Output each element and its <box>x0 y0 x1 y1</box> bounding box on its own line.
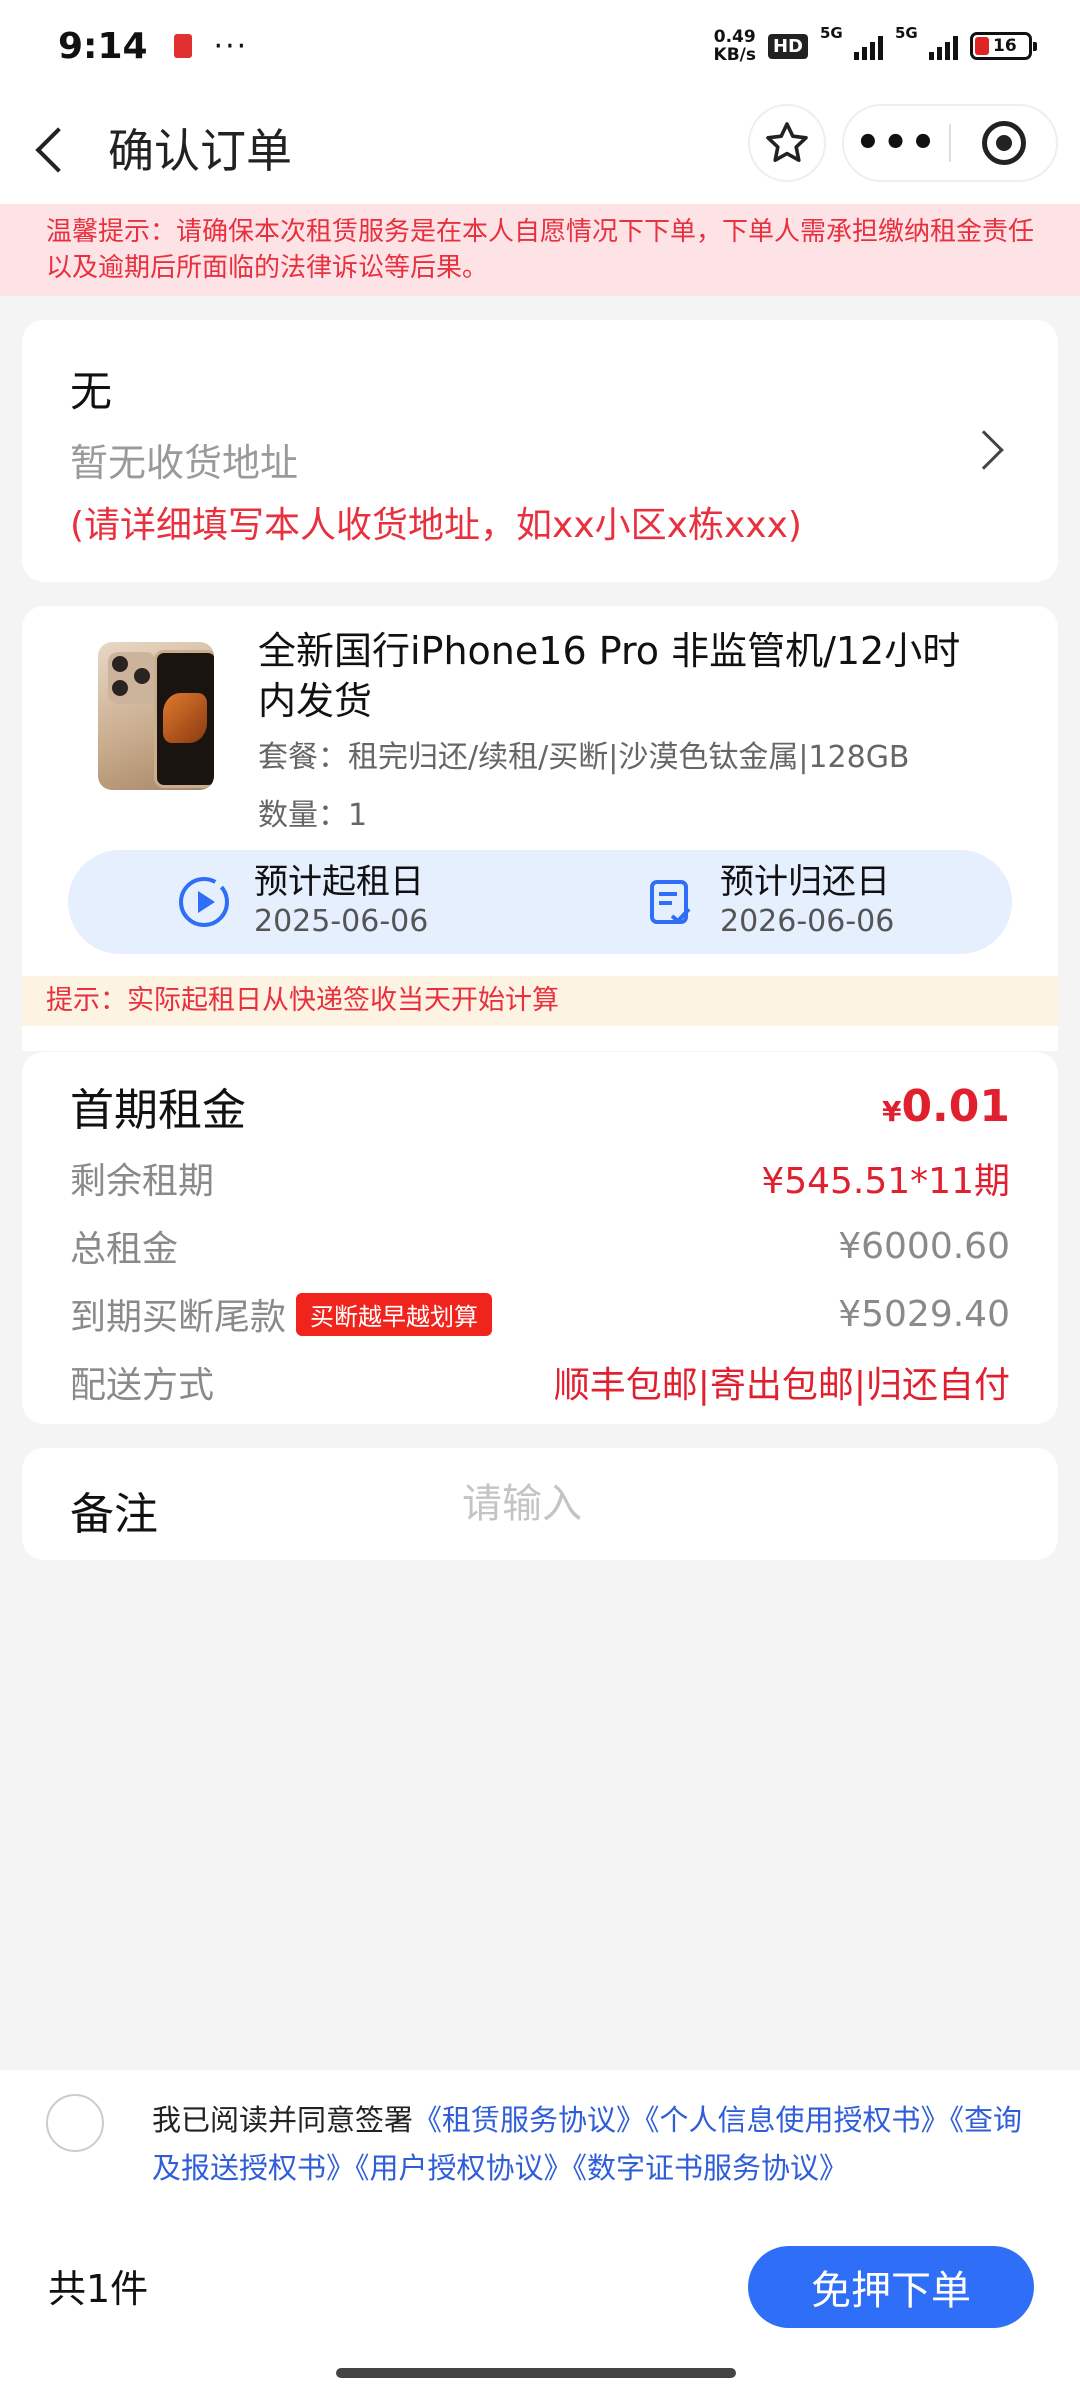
nav-bar: 确认订单 ••• <box>0 92 1080 204</box>
total-row: 总租金 ¥6000.60 <box>70 1220 1010 1272</box>
total-value: ¥6000.60 <box>838 1225 1010 1267</box>
close-mini-program-icon[interactable] <box>951 121 1056 165</box>
buyout-badge: 买断越早越划算 <box>296 1292 493 1336</box>
bottom-bar: 我已阅读并同意签署《租赁服务协议》《个人信息使用授权书》《查询及报送授权书》《用… <box>0 2070 1080 2400</box>
remaining-label: 剩余租期 <box>70 1161 215 1202</box>
first-rent-row: 首期租金 ¥0.01 <box>70 1074 1010 1138</box>
product-title: 全新国行iPhone16 Pro 非监管机/12小时内发货 <box>258 629 961 723</box>
first-rent-label: 首期租金 <box>70 1085 246 1136</box>
signal-icon: 5G <box>820 24 883 60</box>
start-date-item: 预计起租日 2025-06-06 <box>176 862 428 942</box>
mini-program-capsule: ••• <box>842 104 1058 182</box>
status-time: 9:14 <box>58 25 148 67</box>
agreement-checkbox[interactable] <box>46 2094 104 2152</box>
page-title: 确认订单 <box>108 124 292 178</box>
memo-label: 备注 <box>70 1489 158 1540</box>
lease-agreement-link[interactable]: 《租赁服务协议》 <box>413 2103 645 2137</box>
rent-summary-card: 首期租金 ¥0.01 剩余租期 ¥545.51*11期 总租金 ¥6000.60… <box>22 1052 1058 1424</box>
product-quantity: 数量：1 <box>258 798 368 833</box>
first-rent-value: ¥0.01 <box>881 1080 1010 1132</box>
hd-icon: HD <box>767 33 808 59</box>
battery-icon: 16 <box>970 32 1037 60</box>
signal-icon: 5G <box>895 24 958 60</box>
total-label: 总租金 <box>70 1229 179 1270</box>
address-empty-text: 暂无收货地址 <box>70 441 299 485</box>
memo-input[interactable] <box>462 1472 1022 1536</box>
rental-start-tip: 提示：实际起租日从快递签收当天开始计算 <box>22 976 1058 1026</box>
delivery-value: 顺丰包邮|寄出包邮|归还自付 <box>553 1365 1010 1406</box>
item-count: 共1件 <box>48 2267 149 2311</box>
warning-banner: 温馨提示：请确保本次租赁服务是在本人自愿情况下下单，下单人需承担缴纳租金责任以及… <box>0 204 1080 296</box>
return-date-value: 2026-06-06 <box>720 904 895 939</box>
submit-order-button[interactable]: 免押下单 <box>748 2246 1034 2328</box>
star-icon[interactable] <box>748 104 826 182</box>
delivery-row: 配送方式 顺丰包邮|寄出包邮|归还自付 <box>70 1356 1010 1408</box>
address-hint: (请详细填写本人收货地址，如xx小区x栋xxx) <box>70 505 802 546</box>
start-date-value: 2025-06-06 <box>254 904 429 939</box>
agreement-text: 我已阅读并同意签署《租赁服务协议》《个人信息使用授权书》《查询及报送授权书》《用… <box>152 2103 1023 2185</box>
return-date-label: 预计归还日 <box>720 862 890 902</box>
buyout-row: 到期买断尾款 买断越早越划算 ¥5029.40 <box>70 1288 1010 1340</box>
document-check-icon <box>650 880 691 924</box>
play-circle-icon <box>179 877 229 927</box>
remaining-row: 剩余租期 ¥545.51*11期 <box>70 1152 1010 1204</box>
notification-icon <box>173 34 192 58</box>
start-date-label: 预计起租日 <box>254 862 424 902</box>
personal-info-auth-link[interactable]: 《个人信息使用授权书》 <box>645 2103 950 2137</box>
address-name: 无 <box>70 367 113 416</box>
status-more-icon: ··· <box>213 28 249 64</box>
back-arrow-icon[interactable] <box>30 126 74 170</box>
buyout-label: 到期买断尾款 <box>70 1297 287 1338</box>
more-icon[interactable]: ••• <box>844 123 949 163</box>
return-date-item: 预计归还日 2026-06-06 <box>642 862 894 942</box>
address-card[interactable]: 无 暂无收货地址 (请详细填写本人收货地址，如xx小区x栋xxx) <box>22 320 1058 582</box>
network-speed: 0.49 KB/s <box>713 27 756 65</box>
rental-dates: 预计起租日 2025-06-06 预计归还日 2026-06-06 <box>68 850 1012 954</box>
digital-cert-agreement-link[interactable]: 《数字证书服务协议》 <box>573 2151 849 2185</box>
delivery-label: 配送方式 <box>70 1365 215 1406</box>
status-bar: 9:14 ··· 0.49 KB/s HD 5G 5G 16 <box>0 0 1080 92</box>
product-package: 套餐：租完归还/续租/买断|沙漠色钛金属|128GB <box>258 740 910 775</box>
product-image <box>98 642 214 790</box>
home-indicator[interactable] <box>336 2368 736 2378</box>
user-auth-agreement-link[interactable]: 《用户授权协议》 <box>355 2151 573 2185</box>
chevron-right-icon <box>964 430 1004 470</box>
memo-card: 备注 <box>22 1448 1058 1560</box>
remaining-value: ¥545.51*11期 <box>761 1161 1010 1202</box>
buyout-value: ¥5029.40 <box>838 1293 1010 1335</box>
